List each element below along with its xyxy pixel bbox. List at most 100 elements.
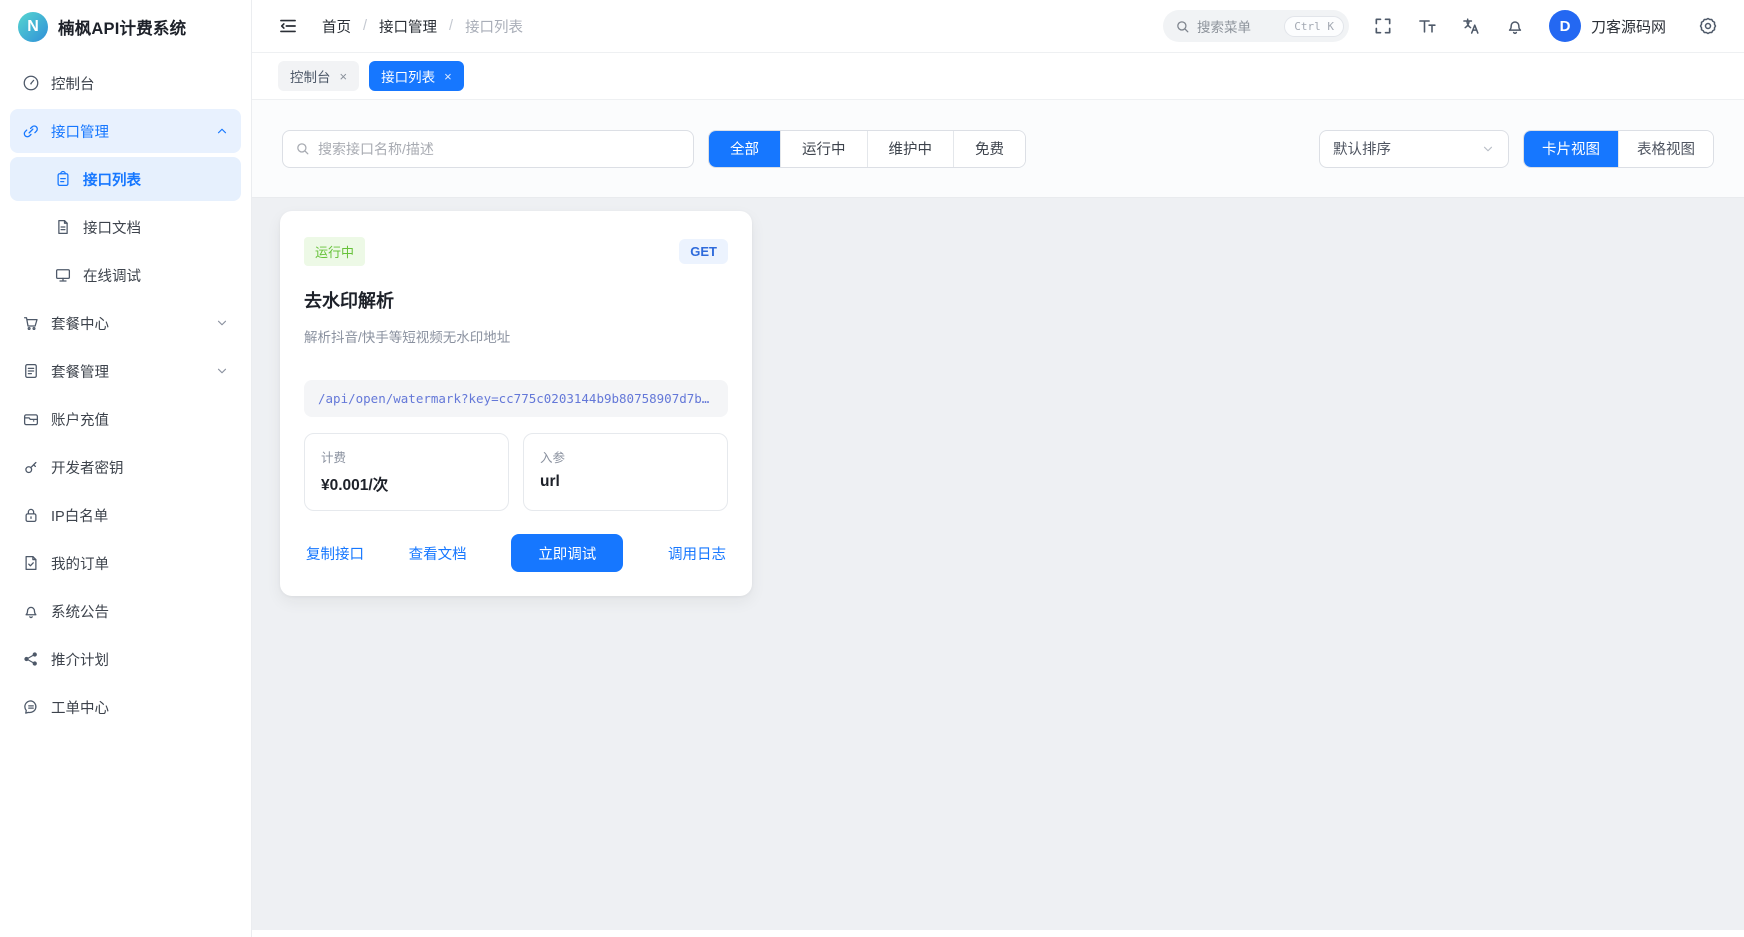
- header-actions: 搜索菜单 Ctrl K D 刀客源码网: [1163, 10, 1718, 42]
- sidebar-item-ip-whitelist[interactable]: IP白名单: [10, 493, 241, 537]
- sidebar-item-label: 接口列表: [83, 169, 141, 190]
- sidebar-item-my-orders[interactable]: 我的订单: [10, 541, 241, 585]
- sidebar-item-announcements[interactable]: 系统公告: [10, 589, 241, 633]
- user-menu[interactable]: D 刀客源码网: [1549, 10, 1666, 42]
- app-logo-icon: N: [18, 12, 48, 42]
- shortcut-badge: Ctrl K: [1284, 16, 1344, 37]
- share-icon: [22, 650, 40, 668]
- stat-value: ¥0.001/次: [321, 473, 492, 495]
- sidebar: N 楠枫API计费系统 控制台 接口管理 接口列表 接口文档: [0, 0, 252, 937]
- tab-dashboard[interactable]: 控制台 ×: [278, 61, 359, 91]
- fullscreen-icon[interactable]: [1373, 16, 1393, 36]
- sidebar-item-label: 账户充值: [51, 409, 109, 430]
- monitor-icon: [54, 266, 72, 284]
- breadcrumb-api-management[interactable]: 接口管理: [379, 16, 437, 37]
- sidebar-item-label: 开发者密钥: [51, 457, 124, 478]
- view-docs-button[interactable]: 查看文档: [409, 543, 467, 564]
- breadcrumb-separator: /: [363, 18, 367, 34]
- sidebar-item-label: 工单中心: [51, 697, 109, 718]
- search-icon: [295, 141, 310, 156]
- api-description: 解析抖音/快手等短视频无水印地址: [304, 326, 728, 346]
- font-size-icon[interactable]: [1417, 16, 1437, 36]
- cart-icon: [22, 314, 40, 332]
- sidebar-item-account-recharge[interactable]: 账户充值: [10, 397, 241, 441]
- sidebar-item-label: 在线调试: [83, 265, 141, 286]
- wallet-icon: [22, 410, 40, 428]
- card-badge-row: 运行中 GET: [304, 237, 728, 266]
- app-viewport: N 楠枫API计费系统 控制台 接口管理 接口列表 接口文档: [0, 0, 1744, 937]
- api-search-input[interactable]: [318, 141, 681, 157]
- menu-search-placeholder: 搜索菜单: [1197, 16, 1277, 36]
- sort-selected-value: 默认排序: [1333, 138, 1391, 159]
- key-icon: [22, 458, 40, 476]
- sidebar-item-online-debug[interactable]: 在线调试: [10, 253, 241, 297]
- status-filter-group: 全部 运行中 维护中 免费: [708, 130, 1026, 168]
- file-text-icon: [54, 218, 72, 236]
- sidebar-item-label: 我的订单: [51, 553, 109, 574]
- debug-now-button[interactable]: 立即调试: [511, 534, 623, 572]
- sidebar-item-label: 控制台: [51, 73, 95, 94]
- tab-api-list[interactable]: 接口列表 ×: [369, 61, 464, 91]
- close-icon[interactable]: ×: [444, 70, 452, 83]
- sidebar-item-developer-keys[interactable]: 开发者密钥: [10, 445, 241, 489]
- sidebar-item-api-list[interactable]: 接口列表: [10, 157, 241, 201]
- card-actions-row: 复制接口 查看文档 立即调试 调用日志: [304, 534, 728, 572]
- user-avatar: D: [1549, 10, 1581, 42]
- close-icon[interactable]: ×: [340, 70, 348, 83]
- table-view-button[interactable]: 表格视图: [1618, 131, 1713, 167]
- filter-toolbar: 全部 运行中 维护中 免费 默认排序 卡片视图 表格视图: [252, 100, 1744, 198]
- breadcrumb-home[interactable]: 首页: [322, 16, 351, 37]
- menu-search-button[interactable]: 搜索菜单 Ctrl K: [1163, 10, 1349, 42]
- api-card: 运行中 GET 去水印解析 解析抖音/快手等短视频无水印地址 /api/open…: [280, 211, 752, 596]
- http-method-badge: GET: [679, 239, 728, 264]
- sidebar-item-label: 套餐管理: [51, 361, 109, 382]
- tab-label: 接口列表: [381, 66, 435, 86]
- sidebar-item-referral-program[interactable]: 推介计划: [10, 637, 241, 681]
- sidebar-item-dashboard[interactable]: 控制台: [10, 61, 241, 105]
- stat-label: 计费: [321, 447, 492, 466]
- sidebar-collapse-icon[interactable]: [278, 16, 298, 36]
- chevron-up-icon: [215, 124, 229, 138]
- chevron-down-icon: [215, 316, 229, 330]
- sidebar-item-package-management[interactable]: 套餐管理: [10, 349, 241, 393]
- main-content: 运行中 GET 去水印解析 解析抖音/快手等短视频无水印地址 /api/open…: [252, 198, 1744, 930]
- bell-icon: [22, 602, 40, 620]
- sidebar-item-label: 接口文档: [83, 217, 141, 238]
- filter-maintenance-button[interactable]: 维护中: [867, 131, 954, 167]
- params-stat-box: 入参 url: [523, 433, 728, 511]
- notification-bell-icon[interactable]: [1505, 16, 1525, 36]
- app-logo-row: N 楠枫API计费系统: [0, 0, 251, 53]
- call-logs-button[interactable]: 调用日志: [668, 543, 726, 564]
- search-icon: [1175, 19, 1190, 34]
- sidebar-item-api-management[interactable]: 接口管理: [10, 109, 241, 153]
- status-badge: 运行中: [304, 237, 365, 266]
- sidebar-item-package-center[interactable]: 套餐中心: [10, 301, 241, 345]
- sort-dropdown[interactable]: 默认排序: [1319, 130, 1509, 168]
- sidebar-item-label: 接口管理: [51, 121, 109, 142]
- stat-label: 入参: [540, 447, 711, 466]
- app-title: 楠枫API计费系统: [58, 15, 186, 39]
- lock-icon: [22, 506, 40, 524]
- card-view-button[interactable]: 卡片视图: [1524, 131, 1618, 167]
- settings-gear-icon[interactable]: [1698, 16, 1718, 36]
- language-icon[interactable]: [1461, 16, 1481, 36]
- sidebar-item-label: 套餐中心: [51, 313, 109, 334]
- sidebar-item-label: 推介计划: [51, 649, 109, 670]
- sidebar-item-label: IP白名单: [51, 505, 108, 526]
- billing-stat-box: 计费 ¥0.001/次: [304, 433, 509, 511]
- bottom-strip: [252, 930, 1744, 937]
- stat-value: url: [540, 473, 711, 491]
- filter-running-button[interactable]: 运行中: [780, 131, 867, 167]
- sidebar-item-api-docs[interactable]: 接口文档: [10, 205, 241, 249]
- api-endpoint[interactable]: /api/open/watermark?key=cc775c0203144b9b…: [304, 380, 728, 417]
- sidebar-item-ticket-center[interactable]: 工单中心: [10, 685, 241, 729]
- copy-api-button[interactable]: 复制接口: [306, 543, 364, 564]
- page-tabs: 控制台 × 接口列表 ×: [252, 53, 1744, 100]
- tab-label: 控制台: [290, 66, 331, 86]
- chat-icon: [22, 698, 40, 716]
- chevron-down-icon: [215, 364, 229, 378]
- filter-free-button[interactable]: 免费: [953, 131, 1025, 167]
- file-check-icon: [22, 554, 40, 572]
- api-link-icon: [22, 122, 40, 140]
- filter-all-button[interactable]: 全部: [709, 131, 780, 167]
